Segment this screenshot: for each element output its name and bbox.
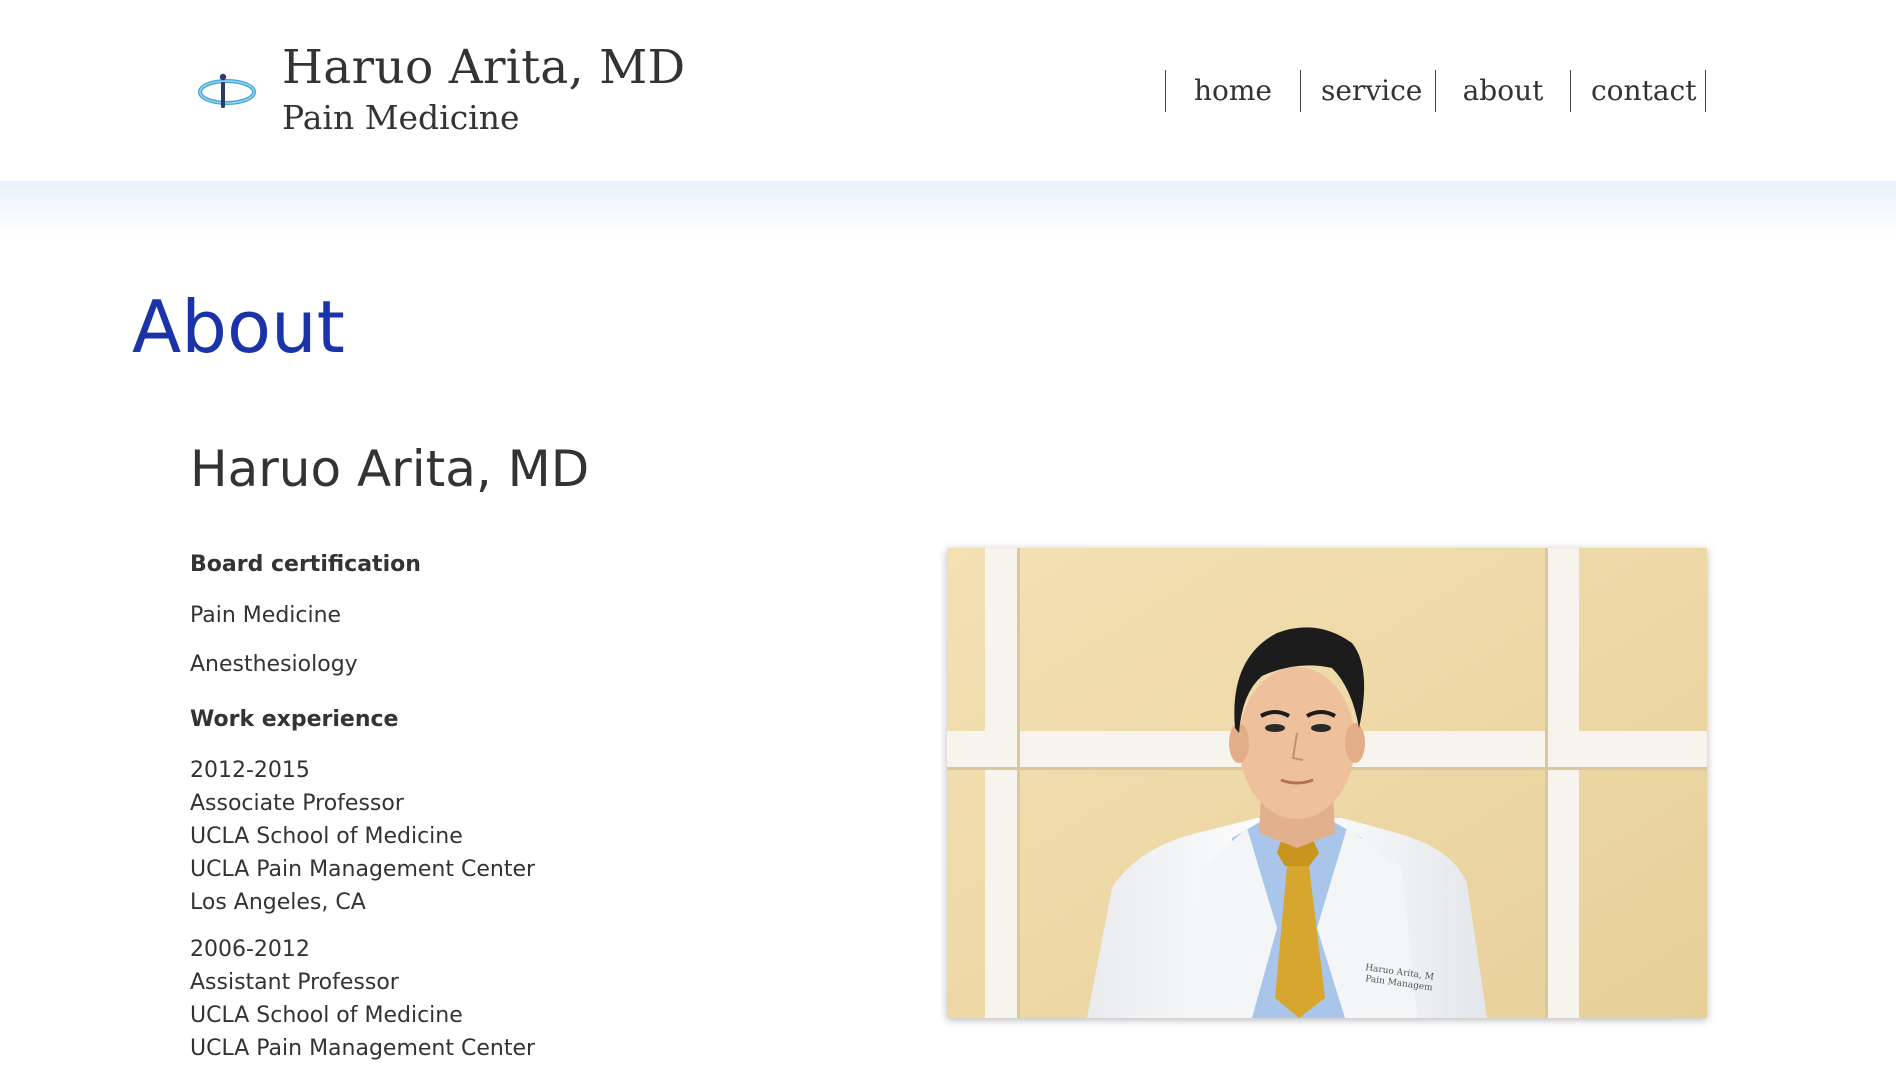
brand-name[interactable]: Haruo Arita, MD: [282, 40, 686, 95]
work-years: 2006-2012: [190, 937, 310, 962]
work-title: Associate Professor: [190, 791, 404, 816]
certification-item: Anesthesiology: [190, 652, 358, 677]
work-experience-heading: Work experience: [190, 707, 399, 732]
header-gradient-band: [0, 181, 1896, 237]
brand-subtitle[interactable]: Pain Medicine: [282, 98, 520, 137]
clinic-logo-icon[interactable]: [196, 68, 258, 112]
certification-item: Pain Medicine: [190, 603, 342, 628]
work-entry: 2006-2012 Assistant Professor UCLA Schoo…: [190, 933, 870, 1065]
nav-home-link[interactable]: home: [1166, 70, 1301, 112]
work-title: Assistant Professor: [190, 970, 399, 995]
work-entry: 2012-2015 Associate Professor UCLA Schoo…: [190, 754, 870, 919]
work-center: UCLA Pain Management Center: [190, 1036, 536, 1061]
portrait-illustration: Haruo Arita, M Pain Managem: [947, 548, 1707, 1018]
certification-list: Pain Medicine Anesthesiology: [190, 599, 870, 681]
work-location: Los Angeles, CA: [190, 890, 366, 915]
doctor-name-heading: Haruo Arita, MD: [190, 440, 590, 498]
main-nav: home service about contact: [1165, 70, 1706, 112]
nav-about-link[interactable]: about: [1436, 70, 1571, 112]
work-center: UCLA Pain Management Center: [190, 857, 536, 882]
work-school: UCLA School of Medicine: [190, 1003, 463, 1028]
work-years: 2012-2015: [190, 758, 310, 783]
doctor-portrait-photo: Haruo Arita, M Pain Managem: [947, 548, 1707, 1018]
nav-service-link[interactable]: service: [1301, 70, 1436, 112]
nav-contact-link[interactable]: contact: [1571, 70, 1706, 112]
bio-content: Board certification Pain Medicine Anesth…: [190, 548, 870, 1079]
site-header: Haruo Arita, MD Pain Medicine home servi…: [0, 0, 1896, 181]
work-school: UCLA School of Medicine: [190, 824, 463, 849]
board-certification-heading: Board certification: [190, 552, 421, 577]
page-title: About: [132, 285, 345, 369]
